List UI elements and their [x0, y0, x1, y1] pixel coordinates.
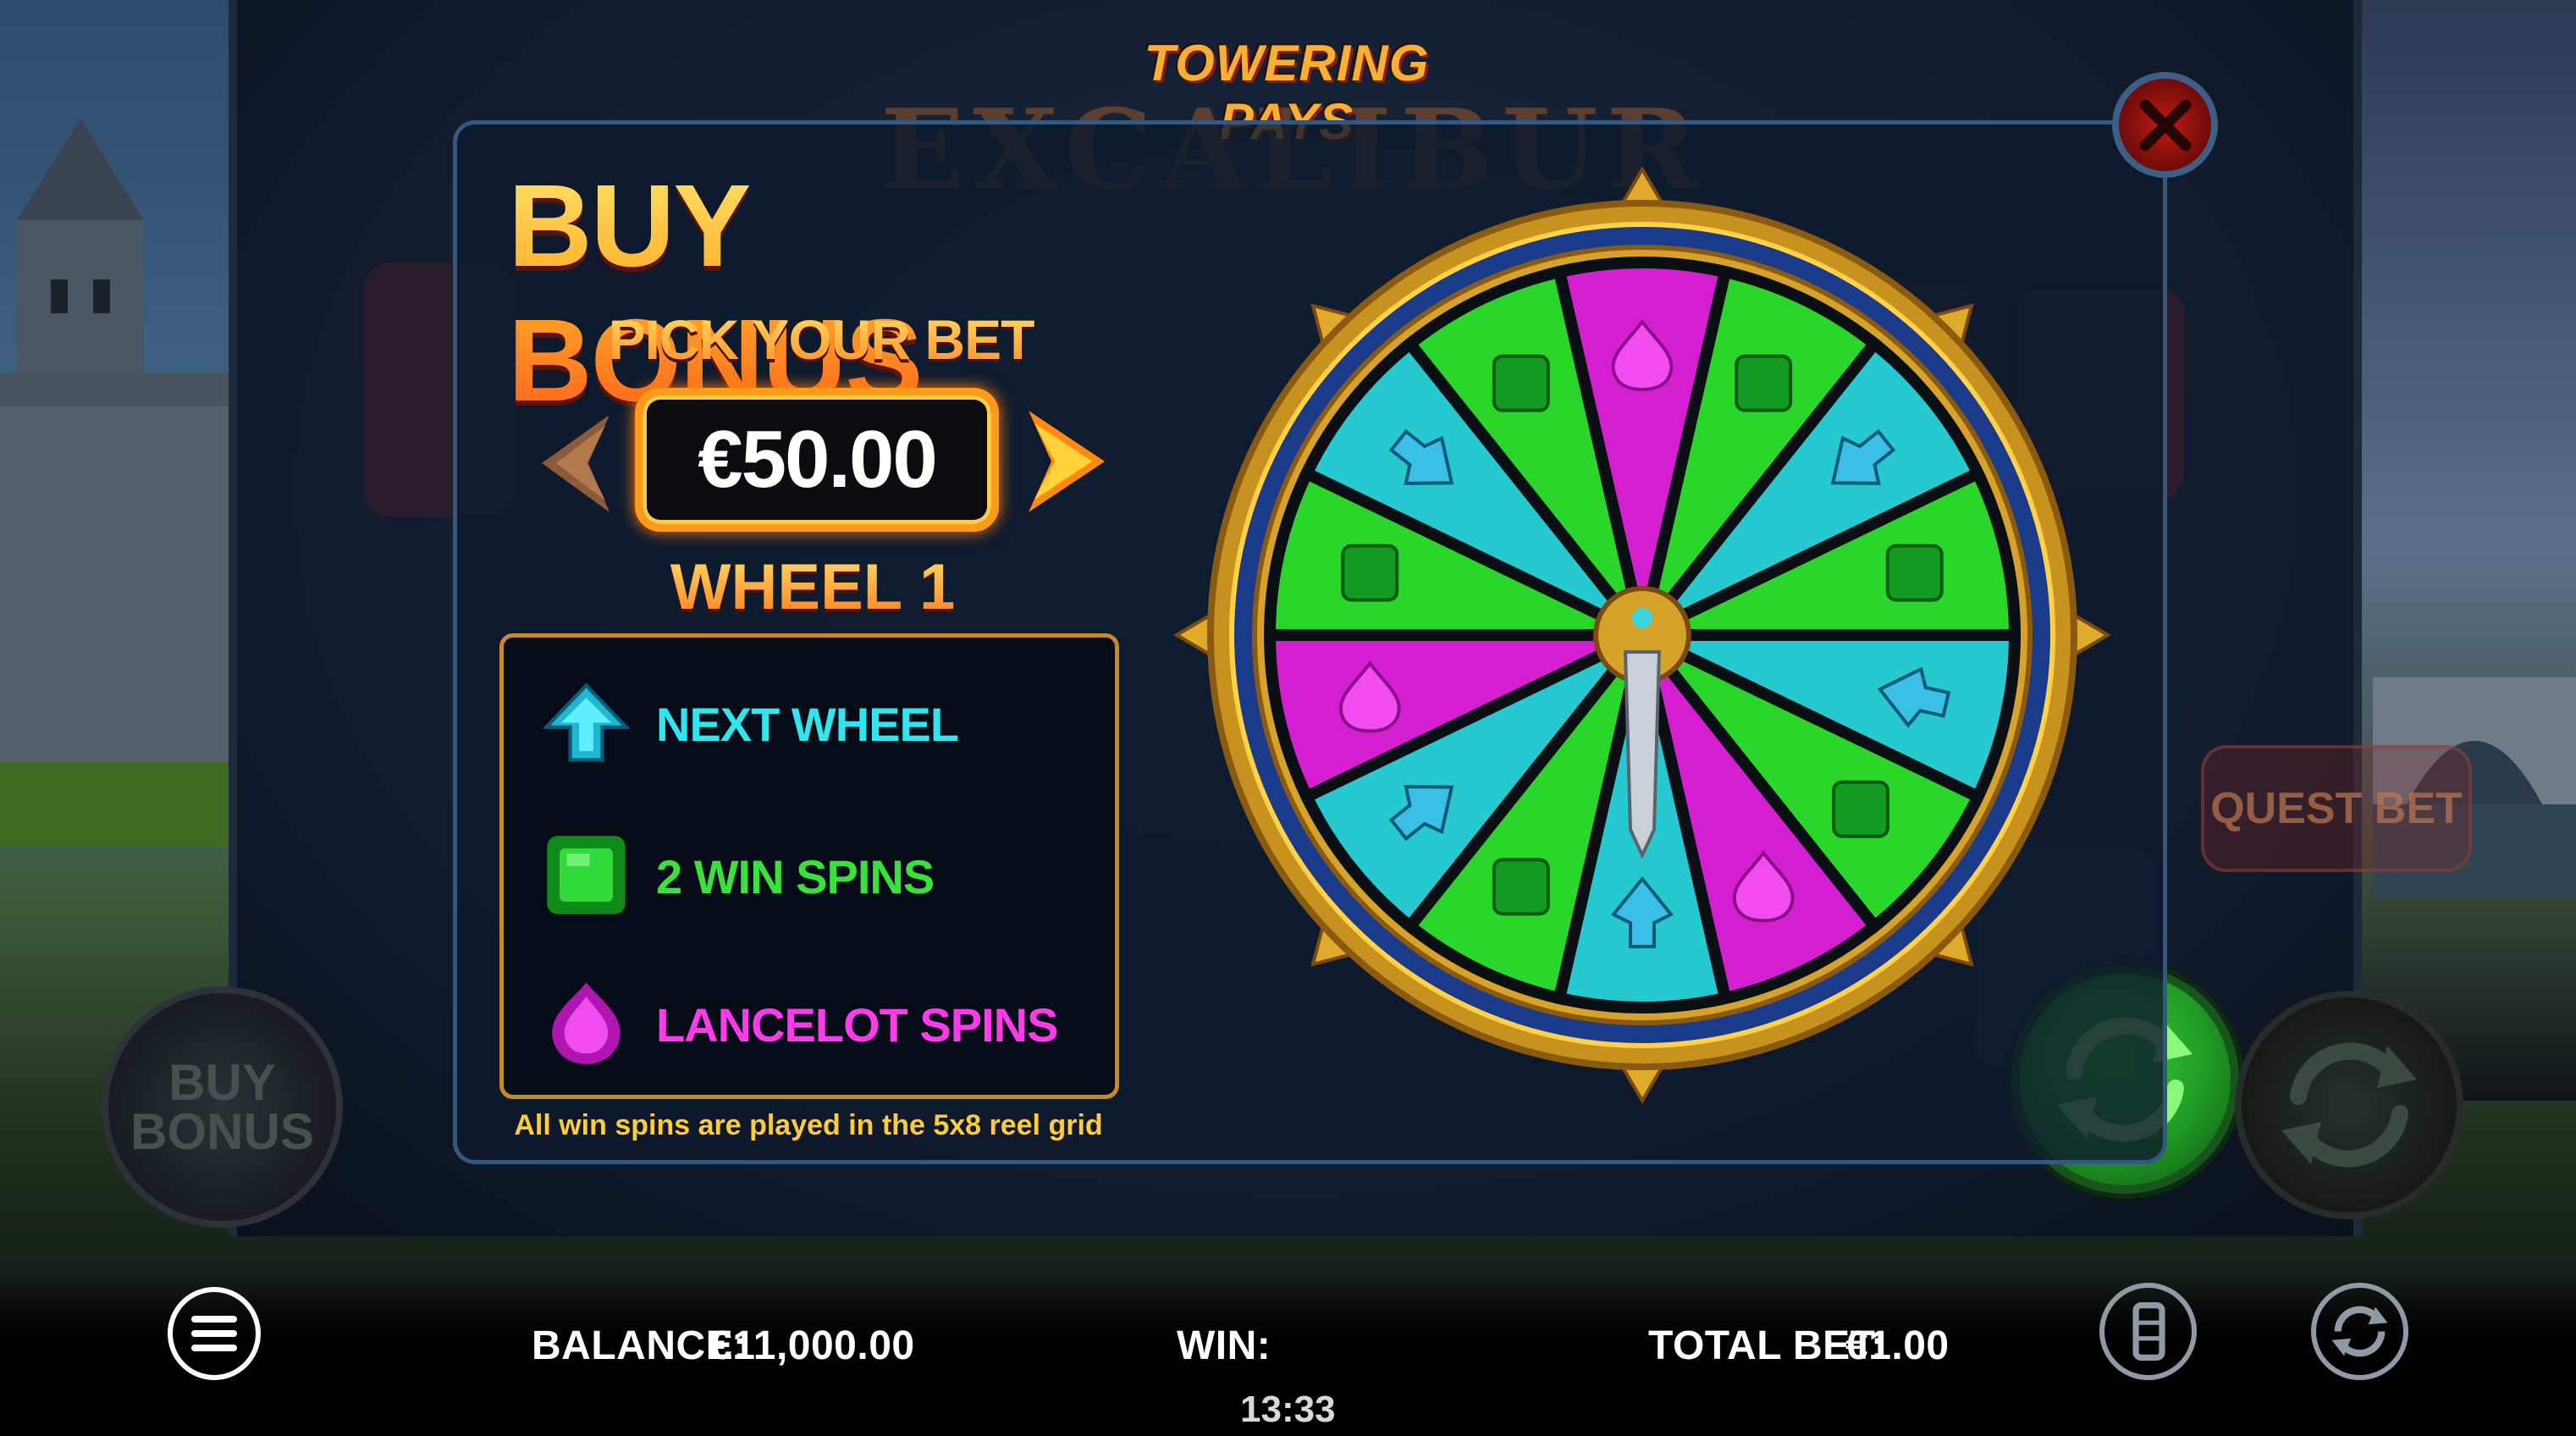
autoplay-icon [2331, 1306, 2388, 1357]
green-square-gem-icon [547, 836, 626, 914]
clock: 13:33 [1240, 1389, 1336, 1430]
bet-value-display: €50.00 [635, 388, 999, 532]
wheel-label: WHEEL 1 [643, 550, 982, 624]
close-icon [2139, 99, 2191, 151]
legend-note: All win spins are played in the 5x8 reel… [514, 1109, 1103, 1141]
hub-gem [1632, 608, 1652, 628]
autoplay-button[interactable] [2311, 1283, 2408, 1380]
hamburger-line [191, 1345, 237, 1351]
coin-stack-icon [2132, 1301, 2165, 1361]
hamburger-line [191, 1330, 237, 1337]
win-label: WIN: [1177, 1323, 1271, 1368]
side-buy-bonus-button[interactable]: BUY BONUS [102, 986, 343, 1228]
bet-decrease-arrow-icon[interactable] [538, 411, 614, 516]
green-square-gem-icon [1885, 544, 1944, 602]
spin-button-inactive [2235, 991, 2463, 1219]
balance-value: €11,000.00 [709, 1323, 915, 1368]
castle-illustration [0, 119, 254, 847]
legend-item-next-wheel: NEXT WHEEL [504, 671, 1115, 773]
menu-button[interactable] [168, 1287, 261, 1380]
quest-bet-button[interactable]: QUEST BET [2201, 745, 2472, 872]
legend-label: NEXT WHEEL [656, 698, 959, 751]
green-square-gem-icon [1832, 780, 1890, 838]
bet-increase-arrow-icon[interactable] [1024, 406, 1109, 516]
side-buy-bonus-line2: BONUS [130, 1102, 314, 1160]
legend-item-win-spins: 2 WIN SPINS [504, 824, 1115, 925]
sword-pointer-icon [1623, 650, 1662, 859]
pick-bet-label: PICK YOUR BET [584, 307, 1058, 372]
legend-panel: NEXT WHEEL 2 WIN SPINS LANCELOT SPINS [499, 633, 1119, 1099]
side-buy-bonus-line1: BUY [168, 1053, 276, 1111]
green-square-gem-icon [1492, 858, 1550, 916]
green-square-gem-icon [1735, 354, 1793, 412]
legend-label: 2 WIN SPINS [656, 850, 935, 903]
spin-arrows-icon [2281, 1042, 2417, 1168]
bonus-wheel [1173, 166, 2111, 1104]
green-square-gem-icon [1341, 544, 1399, 602]
close-button[interactable] [2112, 72, 2218, 178]
legend-label: LANCELOT SPINS [656, 998, 1058, 1052]
legend-item-lancelot-spins: LANCELOT SPINS [504, 972, 1115, 1074]
total-bet-value: €1.00 [1845, 1323, 1950, 1368]
bet-level-button[interactable] [2099, 1283, 2197, 1380]
magenta-drop-gem-icon [552, 982, 621, 1064]
hamburger-line [191, 1316, 237, 1323]
cyan-arrow-gem-icon [542, 682, 631, 762]
green-square-gem-icon [1492, 354, 1550, 412]
